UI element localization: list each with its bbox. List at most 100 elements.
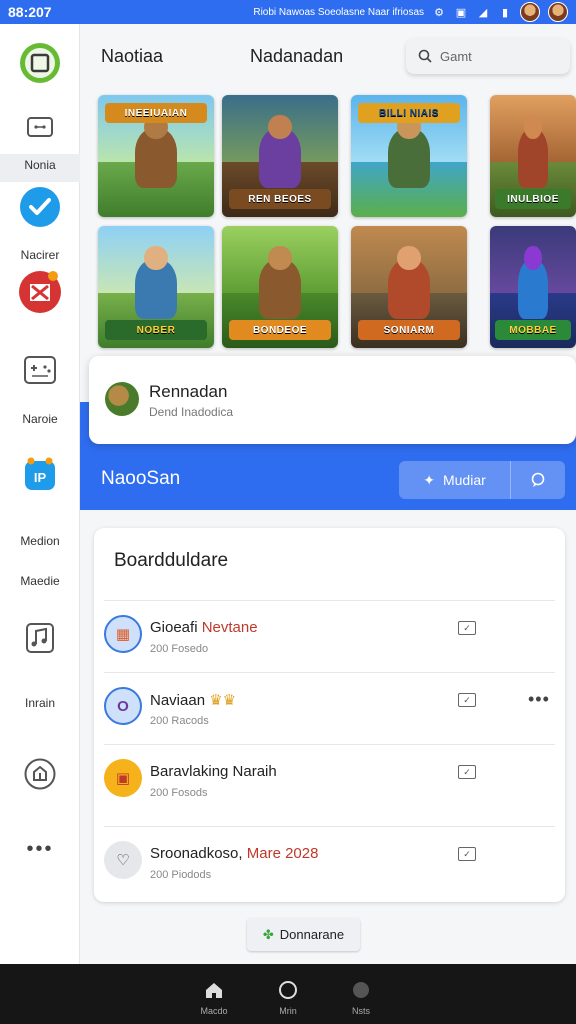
- gift-icon: ▦: [115, 626, 131, 643]
- rail-gift-button[interactable]: [0, 270, 80, 314]
- rail-controller-button[interactable]: [0, 354, 80, 386]
- nav-label-center: Mrin: [279, 1006, 297, 1016]
- rail-label-3: Naroie: [22, 412, 58, 426]
- notification-card[interactable]: Rennadan Dend Inadodica: [89, 356, 576, 444]
- settings-icon: ⚙: [434, 6, 444, 19]
- status-time: 88:207: [8, 4, 52, 20]
- heart-icon: ♡: [116, 852, 130, 869]
- character-hat: [524, 245, 542, 270]
- row-name-highlight: Nevtane: [201, 619, 258, 636]
- rail-label-6: Inrain: [24, 696, 56, 710]
- box-icon: ▣: [115, 770, 131, 787]
- gift-icon: [19, 271, 61, 313]
- download-button-label: Donnarane: [279, 927, 345, 942]
- side-rail: Nonia Nacirer Naroie IP Medion Maedie In…: [0, 24, 80, 964]
- rail-check-button[interactable]: [0, 186, 80, 228]
- game-tile-6[interactable]: BONDEOE: [222, 226, 338, 348]
- tile-title: BILLI NIAIS: [357, 103, 461, 123]
- more-dots-icon[interactable]: •••: [0, 838, 80, 861]
- rail-label-1: Nonia: [24, 158, 56, 172]
- character-head: [268, 114, 292, 139]
- band-primary-button[interactable]: ✦ Mudiar: [399, 461, 511, 499]
- row-check-icon[interactable]: ✓: [458, 847, 476, 861]
- leaderboard-card: Boardduldare ▦ Gioeafi Nevtane 200 Fosed…: [94, 528, 565, 902]
- dot-icon: [353, 982, 369, 998]
- leaderboard-row[interactable]: O Naviaan ♛♛ 200 Racods ✓ •••: [104, 672, 555, 744]
- rail-music-button[interactable]: [0, 622, 80, 654]
- row-name-text: Gioeafi: [150, 619, 198, 636]
- leaderboard-row[interactable]: ▦ Gioeafi Nevtane 200 Fosedo ✓: [104, 600, 555, 672]
- svg-text:IP: IP: [34, 470, 47, 485]
- row-meta: 200 Racods: [150, 715, 209, 727]
- row-name: Sroonadkoso, Mare 2028: [150, 845, 318, 862]
- rail-home-button[interactable]: [0, 758, 80, 790]
- nav-home-button[interactable]: [202, 978, 226, 1002]
- download-button[interactable]: ✤ Donnarane: [247, 918, 360, 951]
- status-text: Riobi Nawoas Soeolasne Naar ifriosas: [253, 6, 424, 18]
- nav-center-button[interactable]: [276, 978, 300, 1002]
- band-action-group: ✦ Mudiar: [399, 461, 565, 499]
- avatar-secondary[interactable]: [548, 2, 568, 22]
- more-options-icon[interactable]: •••: [528, 689, 550, 710]
- leaderboard-row[interactable]: ▣ Baravlaking Naraih 200 Fosods ✓: [104, 744, 555, 816]
- search-input[interactable]: Gamt: [406, 38, 570, 74]
- app-square-icon: [20, 43, 60, 83]
- character-head: [144, 245, 168, 270]
- row-check-icon[interactable]: ✓: [458, 621, 476, 635]
- tile-title: MOBBAE: [495, 320, 571, 340]
- band-title: NaooSan: [101, 468, 181, 489]
- page-subtitle: Nadanadan: [250, 46, 344, 66]
- game-tile-2[interactable]: REN BEOES: [222, 95, 338, 217]
- game-tile-3[interactable]: BILLI NIAIS: [351, 95, 467, 217]
- nav-label-home: Macdo: [200, 1006, 228, 1016]
- row-name-highlight: Mare 2028: [246, 845, 319, 862]
- notification-thumbnail: [105, 382, 139, 416]
- check-icon: [20, 187, 60, 227]
- signal-icon: ◢: [478, 6, 488, 19]
- house-icon: [24, 758, 56, 790]
- tile-title: BONDEOE: [228, 320, 332, 340]
- game-tile-4[interactable]: INULBIOE: [490, 95, 576, 217]
- row-name-text: Baravlaking Naraih: [150, 763, 277, 780]
- rail-inbox-button[interactable]: [0, 112, 80, 142]
- row-avatar: ♡: [104, 841, 142, 879]
- rail-label-5: Maedie: [20, 574, 60, 588]
- row-check-icon[interactable]: ✓: [458, 765, 476, 779]
- nav-recent-button[interactable]: [349, 978, 373, 1002]
- notification-title: Rennadan: [149, 382, 228, 401]
- ring-icon: O: [117, 697, 129, 715]
- game-tile-8[interactable]: MOBBAE: [490, 226, 576, 348]
- tile-title: SONIARM: [357, 320, 461, 340]
- row-meta: 200 Piodods: [150, 869, 212, 881]
- row-avatar: ▣: [104, 759, 142, 797]
- avatar[interactable]: [520, 2, 540, 22]
- band-chat-button[interactable]: [511, 461, 565, 499]
- tile-title: REN BEOES: [228, 189, 332, 209]
- row-name: Naviaan ♛♛: [150, 691, 236, 709]
- battery-icon: ▮: [501, 6, 509, 19]
- image-icon: ▣: [455, 6, 467, 19]
- leaderboard-title: Boardduldare: [114, 550, 229, 571]
- row-meta: 200 Fosedo: [150, 643, 209, 655]
- game-tile-5[interactable]: NOBER: [98, 226, 214, 348]
- band-button-label: Mudiar: [442, 472, 486, 488]
- page-title: Naotiaa: [101, 46, 164, 66]
- rail-label-4: Medion: [20, 534, 60, 548]
- chat-icon: [531, 472, 545, 487]
- row-avatar: ▦: [104, 615, 142, 653]
- controller-icon: [24, 356, 56, 384]
- puzzle-icon: ✤: [262, 926, 274, 942]
- character-head: [268, 245, 292, 270]
- nav-label-recent: Nsts: [352, 1006, 370, 1016]
- trophy-icon: ♛♛: [209, 692, 237, 709]
- leaderboard-row[interactable]: ♡ Sroonadkoso, Mare 2028 200 Piodods ✓: [104, 826, 555, 898]
- game-tile-1[interactable]: INEEIUAIAN: [98, 95, 214, 217]
- game-tile-7[interactable]: SONIARM: [351, 226, 467, 348]
- rail-app-icon[interactable]: [0, 42, 80, 84]
- store-app-icon: IP: [25, 457, 55, 490]
- row-check-icon[interactable]: ✓: [458, 693, 476, 707]
- tile-title: INULBIOE: [495, 189, 571, 209]
- music-icon: [26, 623, 54, 653]
- tile-title: INEEIUAIAN: [104, 103, 208, 123]
- rail-app-store-button[interactable]: IP: [0, 456, 80, 492]
